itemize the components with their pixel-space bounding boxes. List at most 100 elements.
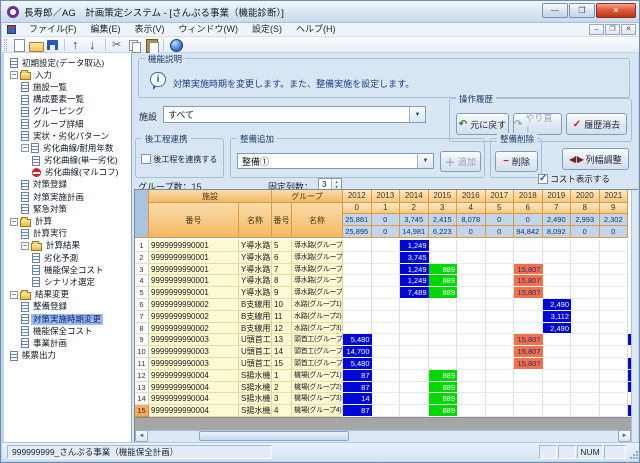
grid-value-cell-2015[interactable]: 889	[428, 275, 457, 288]
postprocess-checkbox-row[interactable]: 後工程を連携する	[141, 154, 217, 165]
tree-item-8[interactable]: 劣化曲線(単一劣化)	[4, 155, 131, 167]
tree-item-20[interactable]: 整備登録	[4, 301, 131, 313]
tree-item-7[interactable]: − 劣化曲線/耐用年数	[4, 142, 131, 154]
grid-row-number[interactable]: 12	[135, 369, 149, 382]
column-width-button[interactable]: ◀‖▶ 列幅調整	[562, 148, 629, 170]
resize-grip[interactable]	[629, 450, 639, 460]
grid-value-cell-2015[interactable]: 889	[428, 369, 457, 382]
grid-row-number[interactable]: 15	[135, 405, 149, 417]
tree-item-2[interactable]: 施設一覧	[4, 81, 131, 93]
grid-cell-year-2020[interactable]	[571, 263, 600, 276]
grid-cell-year-2019[interactable]	[542, 251, 571, 264]
open-folder-icon[interactable]	[28, 38, 44, 52]
grid-cell-year-2021[interactable]	[599, 393, 628, 406]
grid-cell-year-2020[interactable]	[571, 251, 600, 264]
grid-cell-year-2020[interactable]	[571, 369, 600, 382]
copy-icon[interactable]	[127, 38, 142, 53]
grid-value-cell-2019[interactable]: 3,112	[542, 310, 571, 323]
grid-cell-year-2020[interactable]	[571, 358, 600, 370]
grid-row-number[interactable]: 6	[135, 299, 149, 311]
grid-cell-year-2019[interactable]	[542, 346, 571, 358]
undo-button[interactable]: ↶ 元に戻す	[456, 113, 509, 135]
tree-expander[interactable]: −	[10, 217, 18, 226]
grid-cell-year-2016[interactable]	[457, 369, 486, 382]
grid-cell-year-2012[interactable]	[343, 240, 372, 252]
grid-cell-year-2013[interactable]	[371, 369, 400, 382]
grid-row-number[interactable]: 1	[135, 240, 149, 252]
tree-expander[interactable]: −	[21, 144, 29, 153]
grid-cell-year-2017[interactable]	[485, 405, 514, 417]
grid-cell-year-2015[interactable]	[428, 251, 457, 264]
grid-cell-year-2013[interactable]	[371, 334, 400, 347]
grid-cell-year-2019[interactable]	[542, 275, 571, 288]
tree-item-17[interactable]: 機能保全コスト	[4, 264, 131, 276]
grid-cell-year-2020[interactable]	[571, 240, 600, 252]
grid-cell-year-2016[interactable]	[457, 334, 486, 347]
maximize-button[interactable]: ❐	[569, 3, 595, 18]
grid-cell-year-2016[interactable]	[457, 405, 486, 417]
grid-cell-year-2015[interactable]	[428, 310, 457, 323]
grid-cell-year-2017[interactable]	[485, 251, 514, 264]
grid-vertical-scrollbar[interactable]	[631, 190, 638, 443]
grid-cell-year-2020[interactable]	[571, 299, 600, 311]
grid-value-cell-2015[interactable]: 889	[428, 381, 457, 394]
grid-cell-year-2012[interactable]	[343, 275, 372, 288]
grid-row-number[interactable]: 3	[135, 263, 149, 276]
tree-item-18[interactable]: シナリオ選定	[4, 276, 131, 288]
grid-cell-year-2017[interactable]	[485, 275, 514, 288]
grid-cell-year-2021[interactable]	[599, 405, 628, 417]
grid-cell-year-2014[interactable]	[400, 299, 429, 311]
grid-cell-year-2020[interactable]	[571, 310, 600, 323]
menu-settings[interactable]: 設定(S)	[245, 23, 289, 36]
maintenance-combobox[interactable]: 整備①	[237, 153, 434, 169]
grid-cell-year-2020[interactable]	[571, 393, 600, 406]
grid-cell-year-2017[interactable]	[485, 358, 514, 370]
grid-cell-year-2021[interactable]	[599, 275, 628, 288]
grid-row-number[interactable]: 9	[135, 334, 149, 347]
grid-cell-year-2018[interactable]	[514, 310, 543, 323]
tree-item-13[interactable]: − 計算	[4, 215, 131, 227]
redo-button[interactable]: ↷ やり直し	[513, 113, 562, 136]
grid-cell-year-2021[interactable]	[599, 334, 628, 347]
grid-cell-year-2021[interactable]	[599, 287, 628, 299]
cost-checkbox-row[interactable]: コスト表示する	[538, 173, 610, 185]
grid-value-cell-2012[interactable]: 87	[343, 369, 372, 382]
grid-row-number[interactable]: 11	[135, 358, 149, 370]
grid-cell-year-2012[interactable]	[343, 251, 372, 264]
grid-row-number[interactable]: 5	[135, 287, 149, 299]
grid-cell-year-2013[interactable]	[371, 346, 400, 358]
grid-cell-year-2021[interactable]	[599, 263, 628, 276]
mdi-restore-button[interactable]: ❐	[605, 24, 620, 35]
menu-view[interactable]: 表示(V)	[128, 23, 172, 36]
grid-cell-year-2020[interactable]	[571, 275, 600, 288]
grid-cell-year-2016[interactable]	[457, 346, 486, 358]
grid-cell-year-2021[interactable]	[599, 381, 628, 394]
tree-item-1[interactable]: − 入力	[4, 69, 131, 81]
grid-row-number[interactable]: 7	[135, 310, 149, 323]
postprocess-checkbox[interactable]	[141, 154, 151, 164]
grid-cell-year-2012[interactable]	[343, 299, 372, 311]
grid-value-cell-2012[interactable]: 5,480	[343, 358, 372, 370]
grid-cell-year-2013[interactable]	[371, 310, 400, 323]
scrollbar-right-arrow[interactable]: ►	[618, 430, 631, 442]
grid-cell-year-2013[interactable]	[371, 393, 400, 406]
grid-cell-year-2021[interactable]	[599, 299, 628, 311]
close-button[interactable]: ✕	[596, 3, 636, 18]
grid-row-number[interactable]: 13	[135, 381, 149, 394]
tree-item-15[interactable]: − 計算結果	[4, 240, 131, 252]
grid-value-cell-2014[interactable]: 1,249	[400, 275, 429, 288]
grid-cell-year-2016[interactable]	[457, 287, 486, 299]
scrollbar-left-arrow[interactable]: ◄	[135, 430, 148, 442]
tree-item-0[interactable]: 初期設定(データ取込)	[4, 57, 131, 69]
tree-item-5[interactable]: グループ詳細	[4, 118, 131, 130]
grid-cell-year-2013[interactable]	[371, 251, 400, 264]
grid-cell-year-2012[interactable]	[343, 322, 372, 335]
tree-item-14[interactable]: 計算実行	[4, 228, 131, 240]
grid-cell-year-2013[interactable]	[371, 322, 400, 335]
grid-value-cell-2012[interactable]: 87	[343, 405, 372, 417]
grid-cell-year-2019[interactable]	[542, 393, 571, 406]
grid-value-cell-2012[interactable]: 14,700	[343, 346, 372, 358]
grid-value-cell-2014[interactable]: 1,249	[400, 263, 429, 276]
mdi-child-icon[interactable]	[7, 25, 16, 34]
grid-cell-year-2018[interactable]	[514, 393, 543, 406]
